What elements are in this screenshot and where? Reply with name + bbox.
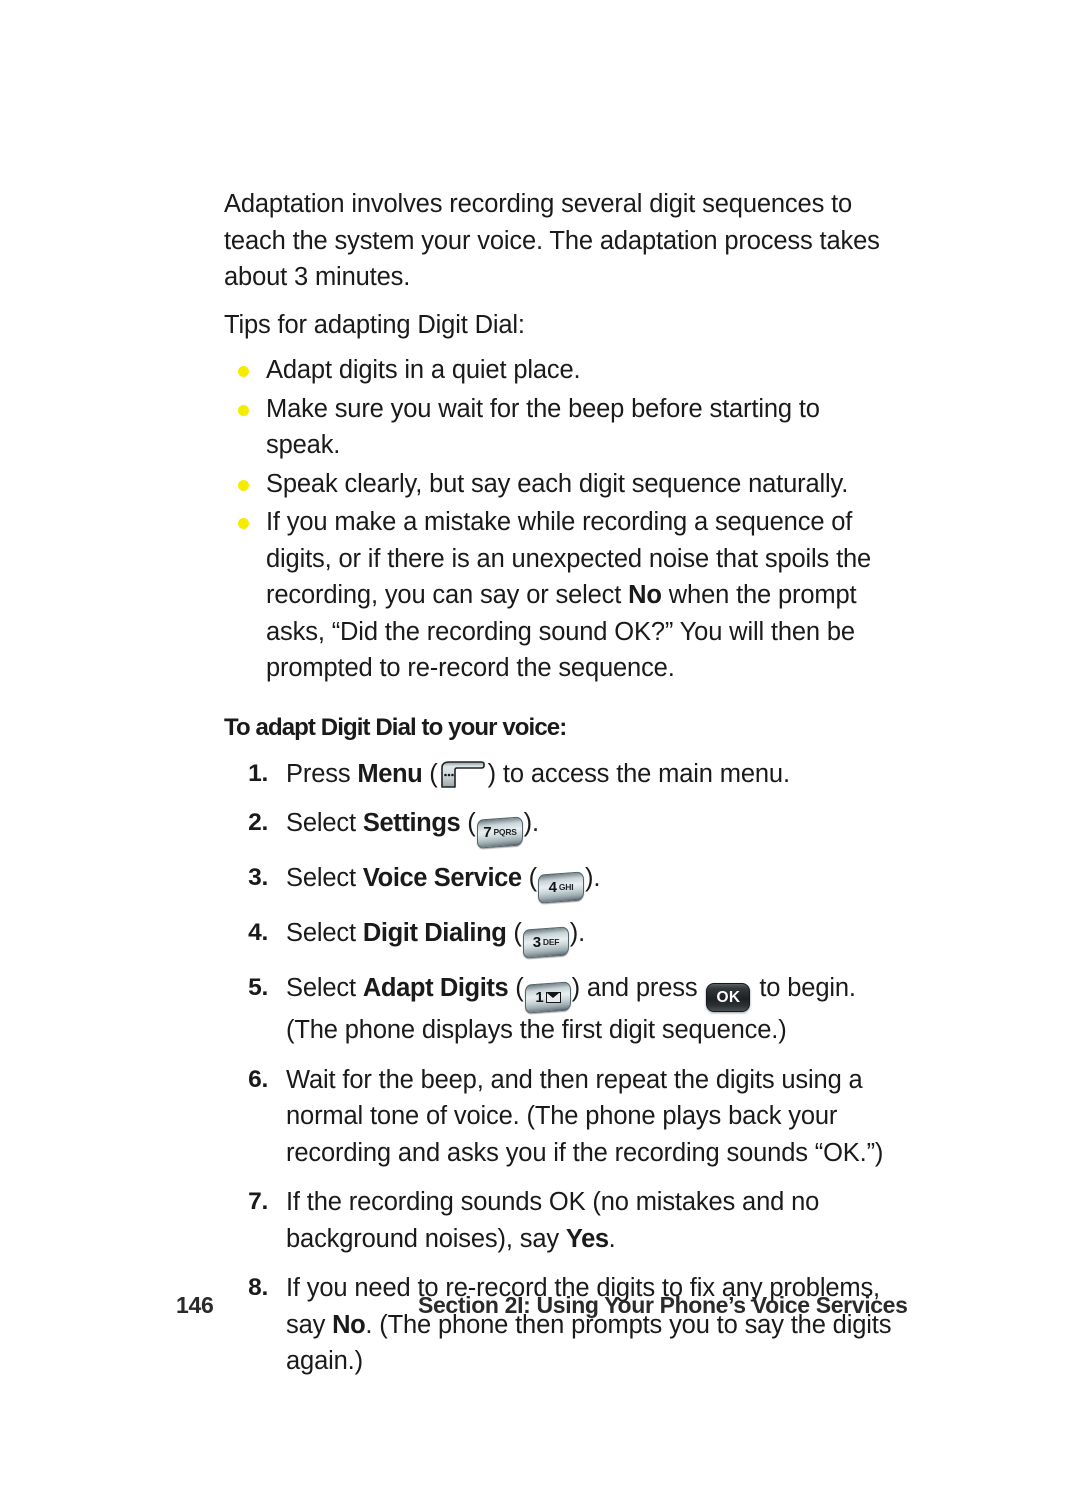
keypad-3-def-icon: 3 DEF <box>522 926 569 959</box>
keypad-7-pqrs-icon: 7 PQRS <box>476 816 523 849</box>
key-letters: PQRS <box>493 827 517 838</box>
step-text-bold: Yes <box>565 1224 609 1253</box>
ok-button-icon: OK <box>706 983 751 1012</box>
step-text-post: . <box>531 809 539 837</box>
step-text-bold: Settings <box>362 809 461 837</box>
step-paren-open: ( <box>521 864 538 892</box>
step-item: 5. Select Adapt Digits (1) and press OK t… <box>224 970 896 1049</box>
step-text-post: . <box>593 864 601 892</box>
step-text-pre: Select <box>286 809 363 837</box>
step-paren-open: ( <box>508 974 524 1002</box>
intro-paragraph: Adaptation involves recording several di… <box>224 190 880 291</box>
menu-softkey-icon <box>439 759 487 789</box>
tips-lead-paragraph: Tips for adapting Digit Dial: <box>224 310 525 339</box>
step-paren-close: ) <box>571 974 581 1002</box>
step-number: 7. <box>248 1188 268 1215</box>
keypad-1-envelope-icon: 1 <box>524 981 571 1014</box>
step-text-post: to access the main menu. <box>495 759 790 788</box>
bullet-text: Make sure you wait for the beep before s… <box>266 394 820 460</box>
bullet-dot-icon <box>238 404 249 416</box>
step-number: 2. <box>248 809 268 836</box>
step-paren-open: ( <box>460 809 476 837</box>
page-number: 146 <box>176 1292 214 1318</box>
list-item: Speak clearly, but say each digit sequen… <box>224 466 896 503</box>
key-digit: 3 <box>532 934 541 951</box>
key-digit: 7 <box>482 824 492 841</box>
step-item: 4. Select Digit Dialing (3 DEF). <box>224 915 896 959</box>
bullet-dot-icon <box>238 479 249 491</box>
list-item: If you make a mistake while recording a … <box>224 504 896 687</box>
bullet-text-bold: No <box>628 581 662 609</box>
step-text-post: . <box>608 1224 616 1253</box>
step-text-bold: Digit Dialing <box>362 919 507 947</box>
key-digit: 4 <box>548 879 557 896</box>
step-number: 3. <box>248 864 268 891</box>
bullet-dot-icon <box>238 518 249 529</box>
step-text-bold: Menu <box>357 759 423 788</box>
step-text-bold: Voice Service <box>362 864 522 892</box>
footer-section-title: Section 2I: Using Your Phone’s Voice Ser… <box>418 1292 908 1318</box>
tips-bullet-list: Adapt digits in a quiet place. Make sure… <box>224 352 896 687</box>
list-item: Make sure you wait for the beep before s… <box>224 391 896 464</box>
step-text-pre: Select <box>286 974 363 1002</box>
step-paren-close: ) <box>569 919 579 947</box>
key-letters: GHI <box>558 882 574 893</box>
envelope-icon <box>545 992 561 1003</box>
key-digit: 1 <box>534 989 544 1006</box>
step-paren-close: ) <box>487 759 497 788</box>
step-text-pre: Select <box>286 919 363 947</box>
step-paren-close: ) <box>523 809 533 837</box>
step-item: 6. Wait for the beep, and then repeat the… <box>224 1062 896 1172</box>
bullet-text: Adapt digits in a quiet place. <box>266 356 581 384</box>
step-paren-open: ( <box>422 759 438 788</box>
step-item: 2. Select Settings (7 PQRS). <box>224 805 896 849</box>
step-text: Wait for the beep, and then repeat the d… <box>286 1065 884 1167</box>
step-text-bold: Adapt Digits <box>362 974 509 1002</box>
step-text-post: . <box>578 919 586 947</box>
step-text-pre: If the recording sounds OK (no mistakes … <box>286 1188 820 1253</box>
bullet-dot-icon <box>238 366 249 377</box>
step-item: 7. If the recording sounds OK (no mistake… <box>224 1184 896 1257</box>
document-page: Adaptation involves recording several di… <box>0 0 1080 1496</box>
step-paren-open: ( <box>506 919 522 947</box>
step-text-pre: Press <box>286 759 358 788</box>
key-letters: DEF <box>542 937 560 948</box>
step-number: 1. <box>248 759 268 787</box>
step-text-pre: Select <box>286 864 363 892</box>
procedure-step-list: 1. Press Menu () to access the main menu.… <box>224 756 896 1380</box>
step-number: 6. <box>248 1065 268 1093</box>
step-item: 3. Select Voice Service (4 GHI). <box>224 860 896 904</box>
procedure-heading: To adapt Digit Dial to your voice: <box>224 713 567 741</box>
step-number: 5. <box>248 974 268 1001</box>
list-item: Adapt digits in a quiet place. <box>224 352 896 389</box>
step-item: 1. Press Menu () to access the main menu. <box>224 756 896 793</box>
step-number: 4. <box>248 919 268 946</box>
page-footer: 146 Section 2I: Using Your Phone’s Voice… <box>0 1292 1080 1332</box>
bullet-text: Speak clearly, but say each digit sequen… <box>266 469 849 498</box>
page-content: Adaptation involves recording several di… <box>224 186 896 1393</box>
keypad-4-ghi-icon: 4 GHI <box>537 871 584 904</box>
step-text-mid: and press <box>579 974 705 1002</box>
